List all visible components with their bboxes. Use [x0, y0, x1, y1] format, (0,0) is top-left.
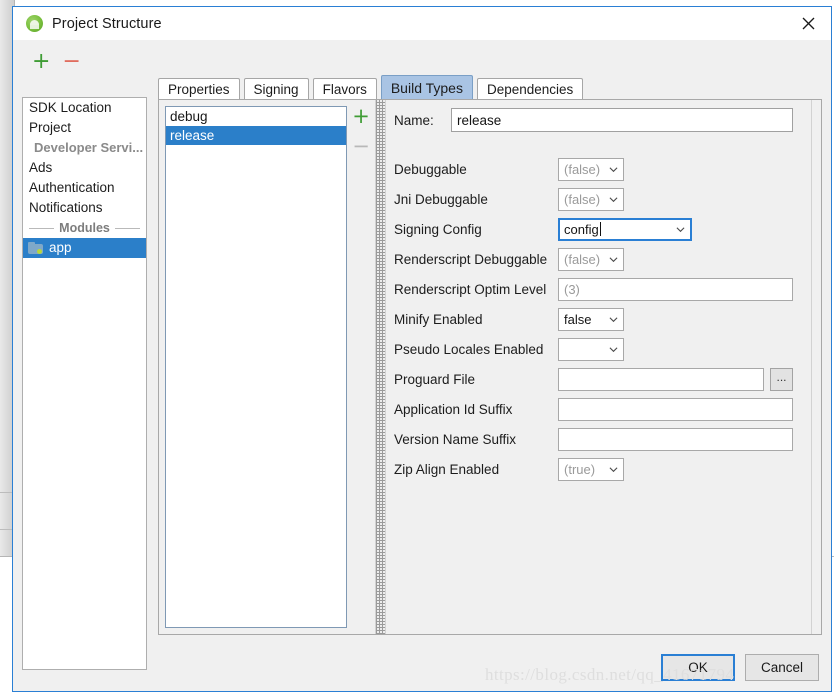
sidebar-separator-modules: Modules — [23, 218, 146, 238]
build-types-buttons: + − — [347, 100, 375, 634]
field-label-renderscript-optim-level: Renderscript Optim Level — [394, 282, 558, 297]
dropdown-minify-enabled[interactable]: false — [558, 308, 624, 331]
input-application-id-suffix[interactable] — [558, 398, 793, 421]
browse-button-proguard-file[interactable]: ... — [770, 368, 793, 391]
field-row-pseudo-locales-enabled: Pseudo Locales Enabled — [394, 334, 793, 364]
tab-properties[interactable]: Properties — [158, 78, 240, 100]
build-types-list[interactable]: debugrelease — [165, 106, 347, 628]
chevron-down-icon — [609, 195, 618, 204]
ok-button[interactable]: OK — [661, 654, 735, 681]
field-label-renderscript-debuggable: Renderscript Debuggable — [394, 252, 558, 267]
name-row: Name: — [394, 108, 793, 132]
input-version-name-suffix[interactable] — [558, 428, 793, 451]
field-row-zip-align-enabled: Zip Align Enabled(true) — [394, 454, 793, 484]
field-row-renderscript-optim-level: Renderscript Optim Level — [394, 274, 793, 304]
dropdown-value-jni-debuggable: (false) — [559, 192, 600, 207]
chevron-down-icon — [609, 465, 618, 474]
dropdown-renderscript-debuggable[interactable]: (false) — [558, 248, 624, 271]
dropdown-pseudo-locales-enabled[interactable] — [558, 338, 624, 361]
field-row-version-name-suffix: Version Name Suffix — [394, 424, 793, 454]
build-types-list-wrap: debugrelease — [159, 100, 347, 634]
build-type-form: Name: Debuggable(false)Jni Debuggable(fa… — [386, 100, 811, 634]
chevron-down-icon — [609, 345, 618, 354]
dialog-buttons: OK Cancel — [661, 654, 819, 681]
field-row-minify-enabled: Minify Enabledfalse — [394, 304, 793, 334]
tab-build-types[interactable]: Build Types — [381, 75, 473, 100]
sidebar-item-label: app — [49, 238, 72, 258]
field-row-debuggable: Debuggable(false) — [394, 154, 793, 184]
dialog-title: Project Structure — [52, 16, 162, 32]
dropdown-jni-debuggable[interactable]: (false) — [558, 188, 624, 211]
field-label-application-id-suffix: Application Id Suffix — [394, 402, 558, 417]
panel-splitter[interactable] — [375, 100, 386, 634]
field-label-jni-debuggable: Jni Debuggable — [394, 192, 558, 207]
sidebar-item-project[interactable]: Project — [23, 118, 146, 138]
sidebar-item-authentication[interactable]: Authentication — [23, 178, 146, 198]
input-proguard-file[interactable] — [558, 368, 764, 391]
sidebar-list: SDK LocationProjectDeveloper Servi...Ads… — [22, 97, 147, 670]
field-label-pseudo-locales-enabled: Pseudo Locales Enabled — [394, 342, 558, 357]
sidebar-item-app[interactable]: app — [23, 238, 146, 258]
chevron-down-icon — [609, 255, 618, 264]
dialog-body: + − SDK LocationProjectDeveloper Servi..… — [13, 40, 831, 691]
add-module-button[interactable]: + — [32, 51, 50, 73]
field-label-version-name-suffix: Version Name Suffix — [394, 432, 558, 447]
dropdown-signing-config[interactable]: config — [558, 218, 692, 241]
field-label-signing-config: Signing Config — [394, 222, 558, 237]
project-structure-dialog: Project Structure + − SDK LocationProjec… — [12, 6, 832, 692]
sidebar-item-notifications[interactable]: Notifications — [23, 198, 146, 218]
android-robot-icon — [26, 15, 43, 32]
chevron-down-icon — [609, 165, 618, 174]
close-icon[interactable] — [786, 7, 831, 39]
sidebar-separator-label: Modules — [59, 218, 110, 238]
remove-module-button[interactable]: − — [62, 51, 80, 73]
field-row-application-id-suffix: Application Id Suffix — [394, 394, 793, 424]
dropdown-value-signing-config: config — [560, 222, 599, 237]
dropdown-value-renderscript-debuggable: (false) — [559, 252, 600, 267]
field-label-minify-enabled: Minify Enabled — [394, 312, 558, 327]
content-right-gutter — [811, 100, 821, 634]
add-build-type-button[interactable]: + — [352, 106, 370, 127]
field-label-debuggable: Debuggable — [394, 162, 558, 177]
dialog-titlebar: Project Structure — [13, 7, 831, 40]
dropdown-debuggable[interactable]: (false) — [558, 158, 624, 181]
field-label-proguard-file: Proguard File — [394, 372, 558, 387]
sidebar-item-developer-servi[interactable]: Developer Servi... — [23, 138, 146, 158]
chevron-down-icon — [676, 225, 685, 234]
build-type-item-debug[interactable]: debug — [166, 107, 346, 126]
sidebar-item-ads[interactable]: Ads — [23, 158, 146, 178]
dropdown-value-zip-align-enabled: (true) — [559, 462, 595, 477]
tab-bar: PropertiesSigningFlavorsBuild TypesDepen… — [158, 76, 583, 100]
dropdown-value-debuggable: (false) — [559, 162, 600, 177]
name-input[interactable] — [451, 108, 793, 132]
module-folder-icon — [28, 242, 43, 254]
name-label: Name: — [394, 113, 442, 128]
field-row-renderscript-debuggable: Renderscript Debuggable(false) — [394, 244, 793, 274]
dropdown-value-minify-enabled: false — [559, 312, 591, 327]
field-row-jni-debuggable: Jni Debuggable(false) — [394, 184, 793, 214]
tab-flavors[interactable]: Flavors — [313, 78, 377, 100]
build-type-item-release[interactable]: release — [166, 126, 346, 145]
chevron-down-icon — [609, 315, 618, 324]
sidebar-toolbar: + − — [21, 48, 146, 76]
build-types-panel: debugrelease + − Name: Debuggable(false)… — [158, 99, 822, 635]
tab-signing[interactable]: Signing — [244, 78, 309, 100]
sidebar-item-sdk-location[interactable]: SDK Location — [23, 98, 146, 118]
text-cursor — [600, 222, 601, 236]
input-renderscript-optim-level[interactable] — [558, 278, 793, 301]
field-row-signing-config: Signing Configconfig — [394, 214, 793, 244]
remove-build-type-button[interactable]: − — [352, 136, 370, 157]
cancel-button[interactable]: Cancel — [745, 654, 819, 681]
field-row-proguard-file: Proguard File... — [394, 364, 793, 394]
tab-dependencies[interactable]: Dependencies — [477, 78, 583, 100]
field-label-zip-align-enabled: Zip Align Enabled — [394, 462, 558, 477]
dropdown-zip-align-enabled[interactable]: (true) — [558, 458, 624, 481]
